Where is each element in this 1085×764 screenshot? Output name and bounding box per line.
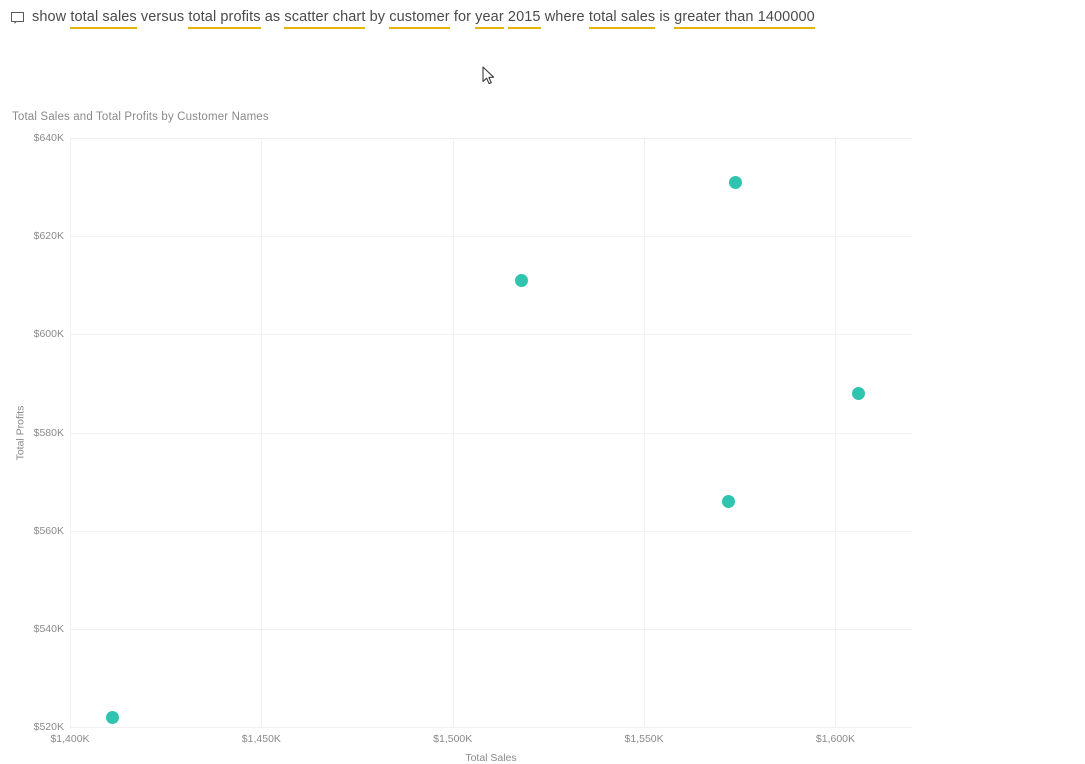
query-token-plain: where — [540, 9, 589, 25]
query-token-plain: as — [260, 9, 285, 25]
gridline-vertical — [452, 138, 454, 727]
gridline-vertical — [835, 138, 837, 727]
y-axis-tick-label: $600K — [33, 328, 64, 341]
query-token-plain: is — [655, 9, 675, 25]
query-text[interactable]: show total sales versus total profits as… — [32, 7, 815, 29]
query-token-plain: by — [365, 9, 390, 25]
y-axis-ticks: $640K $620K $600K $580K $560K $540K $520K — [0, 132, 64, 733]
query-token-plain: for — [449, 9, 476, 25]
arrow-pointer-icon — [482, 66, 496, 86]
x-axis-tick-label: $1,450K — [241, 733, 281, 745]
chart-title: Total Sales and Total Profits by Custome… — [12, 111, 269, 123]
x-axis-title: Total Sales — [465, 752, 517, 764]
gridline-horizontal — [70, 727, 912, 728]
query-token-entity[interactable]: greater than 1400000 — [674, 9, 815, 29]
x-axis-tick-label: $1,550K — [624, 733, 664, 745]
x-axis-tick-label: $1,400K — [50, 733, 90, 745]
gridline-vertical — [261, 138, 263, 727]
gridline-horizontal — [70, 432, 912, 434]
gridline-horizontal — [70, 334, 912, 336]
query-token-plain: show — [32, 9, 71, 25]
y-axis-tick-label: $620K — [33, 230, 64, 243]
y-axis-tick-label: $580K — [33, 426, 64, 439]
y-axis-tick-label: $560K — [33, 524, 64, 537]
gridline-vertical — [70, 138, 71, 727]
x-axis-ticks: $1,400K $1,450K $1,500K $1,550K $1,600K — [50, 733, 912, 747]
query-token-plain: versus — [136, 9, 189, 25]
query-token-entity[interactable]: 2015 — [507, 9, 541, 29]
gridline-horizontal — [70, 138, 912, 139]
gridline-horizontal — [70, 628, 912, 630]
gridline-horizontal — [70, 236, 912, 238]
query-token-entity[interactable]: scatter chart — [284, 9, 366, 29]
y-axis-tick-label: $520K — [33, 721, 64, 733]
plot-area[interactable] — [70, 138, 912, 728]
gridline-vertical — [644, 138, 646, 727]
scatter-data-point[interactable] — [851, 386, 865, 400]
x-axis-tick-label: $1,600K — [815, 733, 856, 745]
chat-bubble-icon — [11, 12, 26, 24]
y-axis-tick-label: $640K — [33, 132, 64, 144]
scatter-data-point[interactable] — [729, 175, 743, 189]
scatter-chart-visual[interactable]: Total Sales and Total Profits by Custome… — [0, 34, 1085, 764]
natural-language-query-bar[interactable]: show total sales versus total profits as… — [0, 0, 1085, 34]
scatter-data-point[interactable] — [721, 494, 735, 508]
query-token-entity[interactable]: year — [475, 9, 504, 29]
query-token-entity[interactable]: total profits — [188, 9, 261, 29]
query-token-entity[interactable]: total sales — [588, 9, 656, 29]
query-token-entity[interactable]: customer — [389, 9, 450, 29]
scatter-data-point[interactable] — [105, 710, 119, 724]
x-axis-tick-label: $1,500K — [433, 733, 473, 745]
query-token-entity[interactable]: total sales — [70, 9, 137, 29]
y-axis-tick-label: $540K — [33, 622, 64, 635]
gridline-horizontal — [70, 530, 912, 532]
scatter-data-point[interactable] — [515, 273, 529, 287]
